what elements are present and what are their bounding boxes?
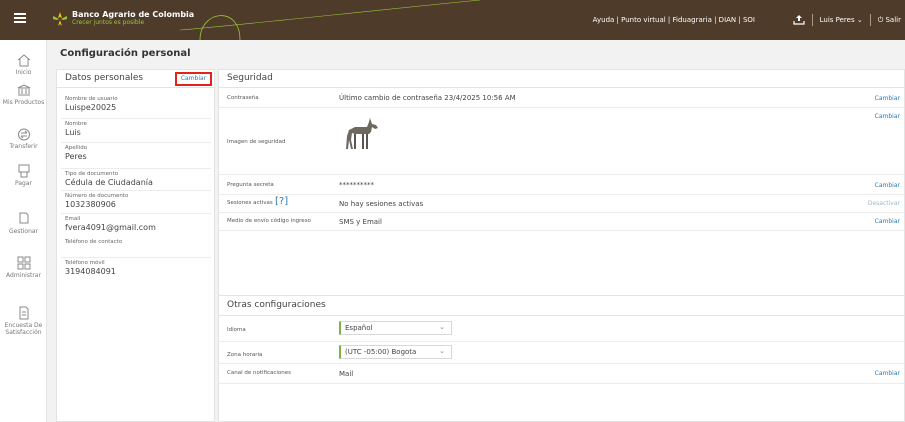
- change-image-link[interactable]: Cambiar: [875, 113, 900, 120]
- manage-icon: [19, 212, 28, 224]
- personal-data-header: Datos personales Cambiar: [57, 70, 214, 88]
- page-title: Configuración personal: [60, 48, 191, 59]
- other-settings-header: Otras configuraciones: [219, 296, 904, 316]
- row-secret-question: Pregunta secreta ********** Cambiar: [219, 175, 904, 195]
- personal-data-panel: Datos personales Cambiar Nombre de usuar…: [56, 69, 215, 422]
- security-header: Seguridad: [219, 70, 904, 88]
- row-notifications: Canal de notificaciones Mail Cambiar: [219, 364, 904, 384]
- change-notifications-link[interactable]: Cambiar: [875, 370, 900, 377]
- chevron-down-icon: ⌄: [439, 347, 445, 355]
- transfer-icon: [17, 128, 30, 141]
- field-last-name: Apellido Peres: [65, 145, 88, 161]
- field-document-number: Número de documento 1032380906: [65, 193, 129, 209]
- grid-icon: [17, 256, 30, 270]
- sidebar-item-transferir[interactable]: Transferir: [0, 128, 47, 150]
- logo-icon: [53, 11, 67, 26]
- main-content: Configuración personal Datos personales …: [52, 44, 905, 422]
- timezone-select[interactable]: (UTC -05:00) Bogota ⌄: [339, 345, 452, 359]
- row-language: Idioma Español ⌄: [219, 316, 904, 342]
- side-nav: Inicio Mis Productos Transferir Pagar Ge…: [0, 40, 47, 422]
- deactivate-sessions-link[interactable]: Desactivar: [868, 200, 900, 207]
- change-delivery-link[interactable]: Cambiar: [875, 218, 900, 225]
- top-bar: Banco Agrario de Colombia Crecer juntos …: [0, 0, 905, 40]
- other-settings-panel: Otras configuraciones Idioma Español ⌄ Z…: [218, 295, 905, 422]
- sidebar-item-inicio[interactable]: Inicio: [0, 54, 47, 76]
- menu-icon[interactable]: [14, 13, 26, 23]
- chevron-down-icon: ⌄: [439, 323, 445, 331]
- sidebar-item-gestionar[interactable]: Gestionar: [0, 212, 47, 235]
- change-question-link[interactable]: Cambiar: [875, 182, 900, 189]
- row-timezone: Zona horaria (UTC -05:00) Bogota ⌄: [219, 342, 904, 364]
- field-mobile-phone: Teléfono móvil 3194084091: [65, 260, 116, 276]
- field-contact-phone: Teléfono de contacto: [65, 239, 123, 245]
- sidebar-item-productos[interactable]: Mis Productos: [0, 84, 47, 106]
- bank-icon: [17, 84, 30, 96]
- row-password: Contraseña Último cambio de contraseña 2…: [219, 88, 904, 108]
- language-select[interactable]: Español ⌄: [339, 321, 452, 335]
- bank-tagline: Crecer juntos es posible: [72, 19, 145, 26]
- header-links[interactable]: Ayuda | Punto virtual | Fiduagraria | DI…: [593, 16, 755, 24]
- field-email: Email fvera4091@gmail.com: [65, 216, 156, 232]
- user-menu[interactable]: Luis Peres ⌄: [820, 16, 863, 24]
- home-icon: [17, 54, 30, 67]
- edit-personal-button[interactable]: Cambiar: [175, 72, 212, 86]
- bank-logo[interactable]: Banco Agrario de Colombia Crecer juntos …: [52, 10, 194, 27]
- transfer-tray-icon[interactable]: [793, 15, 805, 25]
- header-decoration: [180, 0, 481, 40]
- field-first-name: Nombre Luis: [65, 121, 87, 137]
- sessions-help-icon[interactable]: [?]: [275, 196, 288, 207]
- security-panel: Seguridad Contraseña Último cambio de co…: [218, 69, 905, 314]
- change-password-link[interactable]: Cambiar: [875, 95, 900, 102]
- logout-button[interactable]: ⏻ Salir: [878, 16, 901, 25]
- survey-icon: [19, 306, 28, 320]
- row-security-image: Imagen de seguridad Cambiar: [219, 108, 904, 175]
- power-icon: ⏻: [877, 15, 884, 24]
- sidebar-item-administrar[interactable]: Administrar: [0, 256, 47, 279]
- pay-icon: [18, 164, 29, 178]
- field-document-type: Tipo de documento Cédula de Ciudadanía: [65, 171, 153, 187]
- row-active-sessions: Sesiones activas [?] No hay sesiones act…: [219, 195, 904, 213]
- security-image-donkey: [346, 118, 378, 149]
- row-code-delivery: Medio de envío código ingreso SMS y Emai…: [219, 213, 904, 231]
- sidebar-item-encuesta[interactable]: Encuesta De Satisfacción: [0, 306, 47, 336]
- bank-name: Banco Agrario de Colombia: [72, 10, 195, 19]
- header-user-area: Luis Peres ⌄ ⏻ Salir: [793, 14, 901, 26]
- field-username: Nombre de usuario Luispe20025: [65, 96, 118, 112]
- sidebar-item-pagar[interactable]: Pagar: [0, 164, 47, 187]
